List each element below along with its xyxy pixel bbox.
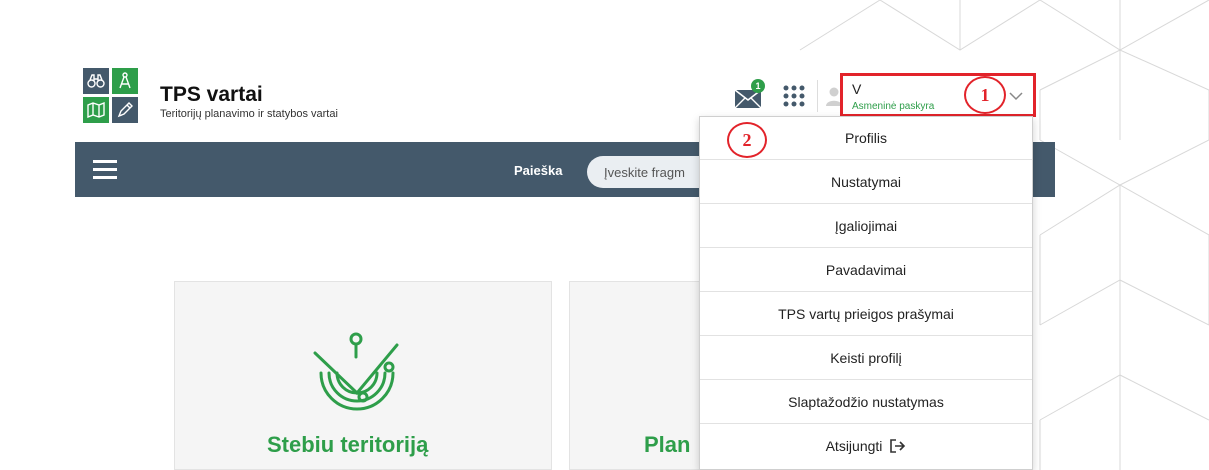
user-dropdown-menu: Profilis Nustatymai Įgaliojimai Pavadavi… (699, 116, 1033, 470)
radar-icon (313, 332, 399, 411)
chevron-down-icon[interactable] (1009, 91, 1023, 101)
brand-subtitle: Teritorijų planavimo ir statybos vartai (160, 108, 338, 120)
annotation-step-1: 1 (964, 76, 1006, 114)
menu-item-pavadavimai[interactable]: Pavadavimai (700, 249, 1032, 292)
brand-title: TPS vartai (160, 83, 263, 106)
compass-icon (112, 68, 138, 94)
search-label: Paieška (514, 163, 563, 178)
logo[interactable] (83, 68, 139, 124)
annotation-step-2: 2 (727, 122, 767, 158)
mail-badge: 1 (751, 79, 765, 93)
header-divider (817, 80, 818, 112)
menu-item-keisti-profili[interactable]: Keisti profilį (700, 337, 1032, 380)
user-name: V (852, 81, 862, 97)
apps-grid-icon[interactable] (783, 85, 805, 107)
user-account-label: Asmeninė paskyra (852, 101, 935, 112)
pen-icon (112, 97, 138, 123)
binoculars-icon (83, 68, 109, 94)
menu-item-slaptazodzio-nustatymas[interactable]: Slaptažodžio nustatymas (700, 381, 1032, 424)
logout-icon (890, 438, 906, 453)
logout-label: Atsijungti (825, 438, 883, 454)
map-icon (83, 97, 109, 123)
menu-item-nustatymai[interactable]: Nustatymai (700, 161, 1032, 204)
menu-item-prieigos-prasymai[interactable]: TPS vartų prieigos prašymai (700, 293, 1032, 336)
hamburger-icon[interactable] (93, 160, 117, 180)
card-title: Plan (644, 432, 691, 457)
card-title: Stebiu teritoriją (267, 432, 429, 457)
menu-item-atsijungti[interactable]: Atsijungti (700, 425, 1032, 468)
menu-item-igaliojimai[interactable]: Įgaliojimai (700, 205, 1032, 248)
